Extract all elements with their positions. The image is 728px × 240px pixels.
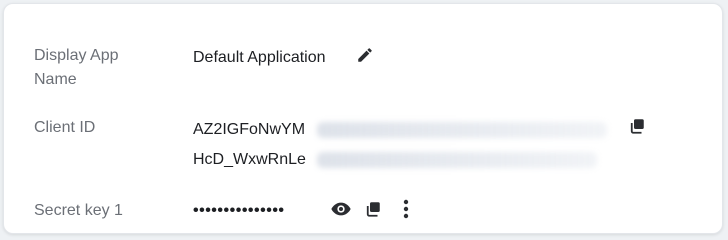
- show-secret-button[interactable]: [328, 199, 354, 223]
- secret-key-masked-value: •••••••••••••••: [193, 202, 285, 219]
- client-id-line1[interactable]: AZ2IGFoNwYM: [193, 121, 305, 139]
- client-id-visible-part-1: AZ2IGFoNwYM: [193, 121, 306, 138]
- client-id-blurred-part-1: [317, 122, 607, 138]
- display-app-name-value: Default Application: [193, 49, 326, 66]
- client-id-blurred-part-2: [317, 152, 597, 168]
- secret-more-options-button[interactable]: [396, 199, 416, 223]
- copy-icon: [364, 200, 382, 223]
- copy-secret-button[interactable]: [362, 199, 384, 223]
- client-id-line2[interactable]: HcD_WxwRnLe: [193, 151, 306, 169]
- copy-icon: [628, 117, 646, 140]
- client-id-label: Client ID: [34, 119, 96, 136]
- secret-key-label: Secret key 1: [34, 202, 123, 219]
- edit-app-name-button[interactable]: [354, 46, 376, 68]
- pencil-icon: [356, 46, 374, 69]
- app-credentials-card: Display App Name Default Application Cli…: [3, 3, 723, 234]
- copy-client-id-button[interactable]: [626, 117, 648, 139]
- more-vertical-icon: [403, 199, 409, 224]
- eye-icon: [330, 198, 352, 225]
- display-app-name-label: Display App Name: [34, 47, 119, 88]
- client-id-visible-part-2: HcD_WxwRnLe: [193, 151, 306, 168]
